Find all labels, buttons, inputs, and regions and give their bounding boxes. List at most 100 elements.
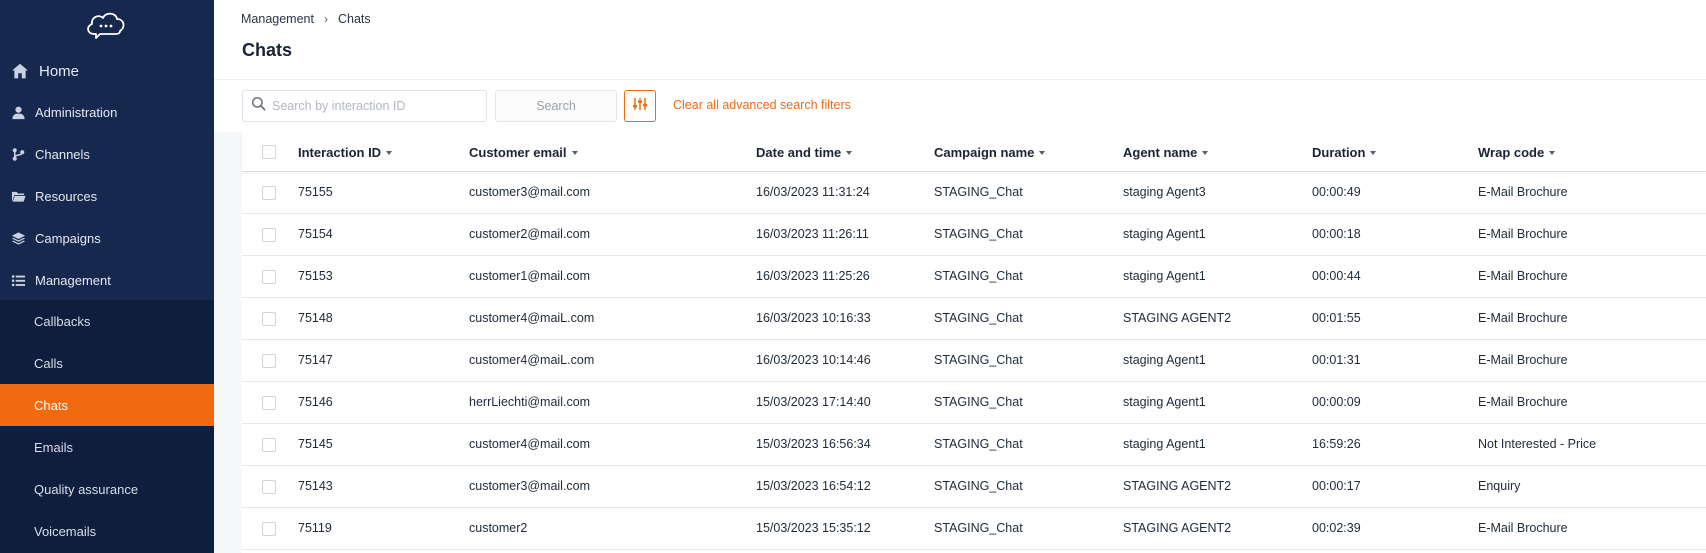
sidebar-item-label: Home xyxy=(39,62,80,80)
layers-icon xyxy=(1,231,35,246)
customer-email-cell: customer2@mail.com xyxy=(469,227,591,241)
row-checkbox[interactable] xyxy=(262,312,276,326)
table-row[interactable]: 75153 customer1@mail.com 16/03/2023 11:25:… xyxy=(242,256,1706,298)
agent-name-cell: staging Agent1 xyxy=(1123,395,1206,409)
search-field[interactable] xyxy=(242,90,487,122)
customer-email-cell: customer4@maiL.com xyxy=(469,353,595,367)
sidebar-item-label: Channels xyxy=(35,146,90,162)
campaign-name-cell: STAGING_Chat xyxy=(934,437,1023,451)
date-time-cell: 15/03/2023 16:56:34 xyxy=(756,437,871,451)
row-checkbox[interactable] xyxy=(262,480,276,494)
advanced-filters-button[interactable] xyxy=(624,90,656,122)
table-row[interactable]: 75143 customer3@mail.com 15/03/2023 16:54:… xyxy=(242,466,1706,508)
table-row[interactable]: 75154 customer2@mail.com 16/03/2023 11:26:… xyxy=(242,214,1706,256)
sidebar-item-administration[interactable]: Administration xyxy=(0,91,214,133)
table-row[interactable]: 75148 customer4@maiL.com 16/03/2023 10:16:… xyxy=(242,298,1706,340)
sidebar-item-home[interactable]: Home xyxy=(0,50,214,92)
interaction-id-cell: 75145 xyxy=(298,437,333,451)
page-title: Chats xyxy=(242,40,293,60)
campaign-name-cell: STAGING_Chat xyxy=(934,311,1023,325)
submenu-item-label: Voicemails xyxy=(34,523,97,539)
submenu-item-calls[interactable]: Calls xyxy=(0,342,214,384)
table-row[interactable]: 75155 customer3@mail.com 16/03/2023 11:31:… xyxy=(242,172,1706,214)
column-label: Duration xyxy=(1312,145,1366,160)
column-label: Date and time xyxy=(756,145,842,160)
app-root: Home Administration Channels Resources C xyxy=(0,0,1706,553)
agent-name-cell: staging Agent1 xyxy=(1123,437,1206,451)
row-checkbox[interactable] xyxy=(262,396,276,410)
date-time-cell: 16/03/2023 10:16:33 xyxy=(756,311,871,325)
customer-email-cell: herrLiechti@mail.com xyxy=(469,395,591,409)
duration-cell: 00:01:55 xyxy=(1312,311,1361,325)
duration-cell: 00:00:18 xyxy=(1312,227,1361,241)
column-label: Customer email xyxy=(469,145,567,160)
date-time-cell: 15/03/2023 17:14:40 xyxy=(756,395,871,409)
clear-filters-link[interactable]: Clear all advanced search filters xyxy=(673,98,851,112)
duration-cell: 16:59:26 xyxy=(1312,437,1361,451)
table-row[interactable]: 75147 customer4@maiL.com 16/03/2023 10:14:… xyxy=(242,340,1706,382)
submenu-item-chats[interactable]: Chats xyxy=(0,384,214,426)
customer-email-cell: customer1@mail.com xyxy=(469,269,591,283)
campaign-name-cell: STAGING_Chat xyxy=(934,395,1023,409)
submenu-item-emails[interactable]: Emails xyxy=(0,426,214,468)
select-all-checkbox[interactable] xyxy=(262,145,276,159)
agent-name-cell: staging Agent3 xyxy=(1123,185,1206,199)
main-content: Management › Chats Chats Search by inter… xyxy=(214,0,1706,553)
column-header-wrap-code[interactable]: Wrap code xyxy=(1478,145,1556,160)
row-checkbox[interactable] xyxy=(262,522,276,536)
duration-cell: 00:00:49 xyxy=(1312,185,1361,199)
sidebar-item-campaigns[interactable]: Campaigns xyxy=(0,217,214,259)
interaction-id-cell: 75153 xyxy=(298,269,333,283)
table-row[interactable]: 75146 herrLiechti@mail.com 15/03/2023 17:1… xyxy=(242,382,1706,424)
logo-icon[interactable] xyxy=(84,8,128,40)
row-checkbox[interactable] xyxy=(262,228,276,242)
management-submenu: Callbacks Calls Chats Emails Quality ass… xyxy=(0,300,214,553)
column-header-agent-name[interactable]: Agent name xyxy=(1123,145,1209,160)
sidebar-item-label: Administration xyxy=(35,104,118,120)
sidebar-item-resources[interactable]: Resources xyxy=(0,175,214,217)
table-row[interactable]: 75145 customer4@mail.com 15/03/2023 16:56:… xyxy=(242,424,1706,466)
search-input[interactable] xyxy=(272,99,482,113)
sidebar-item-management[interactable]: Management xyxy=(0,259,214,301)
agent-name-cell: staging Agent1 xyxy=(1123,227,1206,241)
chats-table: Interaction ID Customer email Date and t… xyxy=(242,132,1706,553)
sort-caret-icon xyxy=(1370,150,1377,155)
sort-caret-icon xyxy=(571,150,578,155)
submenu-item-callbacks[interactable]: Callbacks xyxy=(0,300,214,342)
customer-email-cell: customer3@mail.com xyxy=(469,479,591,493)
wrap-code-cell: E-Mail Brochure xyxy=(1478,227,1568,241)
row-checkbox[interactable] xyxy=(262,354,276,368)
column-header-interaction-id[interactable]: Interaction ID xyxy=(298,145,393,160)
interaction-id-cell: 75119 xyxy=(298,521,332,535)
wrap-code-cell: E-Mail Brochure xyxy=(1478,395,1568,409)
submenu-item-quality-assurance[interactable]: Quality assurance xyxy=(0,468,214,510)
wrap-code-cell: E-Mail Brochure xyxy=(1478,353,1568,367)
submenu-item-voicemails[interactable]: Voicemails xyxy=(0,510,214,552)
search-button[interactable]: Search xyxy=(495,90,617,122)
agent-name-cell: STAGING AGENT2 xyxy=(1123,479,1232,493)
column-header-campaign-name[interactable]: Campaign name xyxy=(934,145,1046,160)
column-header-customer-email[interactable]: Customer email xyxy=(469,145,578,160)
row-checkbox[interactable] xyxy=(262,186,276,200)
campaign-name-cell: STAGING_Chat xyxy=(934,521,1023,535)
date-time-cell: 15/03/2023 15:35:12 xyxy=(756,521,871,535)
date-time-cell: 16/03/2023 11:25:26 xyxy=(756,269,870,283)
sidebar-item-label: Campaigns xyxy=(35,230,101,246)
breadcrumb-item-management[interactable]: Management xyxy=(241,12,314,26)
interaction-id-cell: 75155 xyxy=(298,185,333,199)
row-checkbox[interactable] xyxy=(262,270,276,284)
duration-cell: 00:00:09 xyxy=(1312,395,1361,409)
row-checkbox[interactable] xyxy=(262,438,276,452)
list-icon xyxy=(1,273,35,288)
submenu-item-label: Calls xyxy=(34,355,63,371)
wrap-code-cell: E-Mail Brochure xyxy=(1478,185,1568,199)
agent-name-cell: staging Agent1 xyxy=(1123,269,1206,283)
submenu-item-label: Callbacks xyxy=(34,313,91,329)
breadcrumb: Management › Chats xyxy=(241,12,371,26)
sidebar-item-channels[interactable]: Channels xyxy=(0,133,214,175)
wrap-code-cell: Not Interested - Price xyxy=(1478,437,1597,451)
column-header-date-time[interactable]: Date and time xyxy=(756,145,853,160)
column-header-duration[interactable]: Duration xyxy=(1312,145,1377,160)
date-time-cell: 15/03/2023 16:54:12 xyxy=(756,479,871,493)
table-row[interactable]: 75119 customer2 15/03/2023 15:35:12 STAGING… xyxy=(242,508,1706,550)
